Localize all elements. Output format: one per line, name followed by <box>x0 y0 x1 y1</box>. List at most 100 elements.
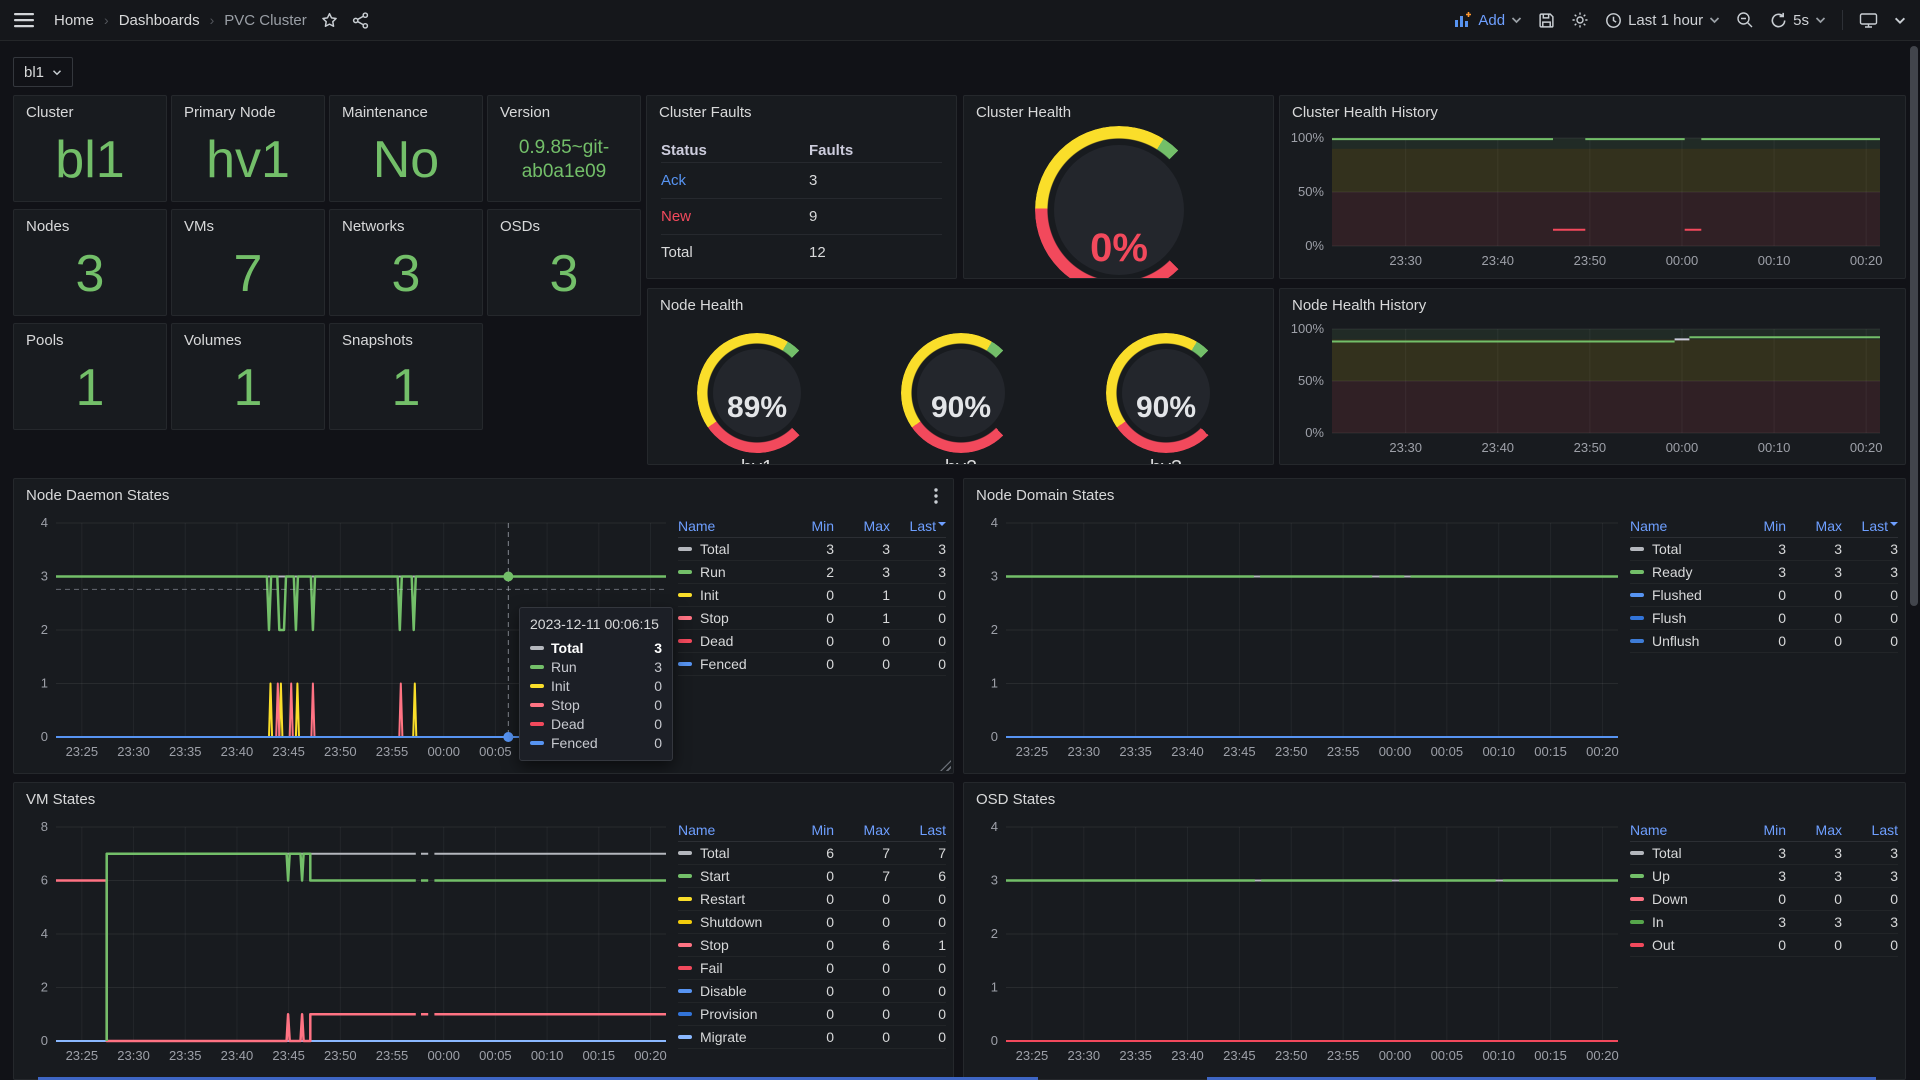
cluster-health-history-chart[interactable]: 0%50%100%23:3023:4023:5000:0000:1000:20 <box>1288 130 1888 274</box>
tv-mode-icon[interactable] <box>1859 12 1878 29</box>
svg-text:23:35: 23:35 <box>169 1048 202 1063</box>
node-health-history-chart[interactable]: 0%50%100%23:3023:4023:5000:0000:1000:20 <box>1288 321 1888 461</box>
svg-text:0%: 0% <box>1305 425 1324 440</box>
star-icon[interactable] <box>321 12 338 29</box>
svg-text:23:40: 23:40 <box>1482 440 1515 455</box>
svg-text:1: 1 <box>991 980 998 995</box>
dashboard-settings-icon[interactable] <box>1571 11 1589 29</box>
panel-menu-icon[interactable] <box>927 487 945 505</box>
svg-text:4: 4 <box>991 819 998 834</box>
legend-row-start[interactable]: Start076 <box>678 865 946 888</box>
panel-node-health-history: Node Health History 0%50%100%23:3023:402… <box>1279 288 1906 465</box>
svg-text:23:40: 23:40 <box>1171 1048 1204 1063</box>
chevron-down-icon[interactable] <box>1894 16 1906 25</box>
svg-text:00:00: 00:00 <box>427 1048 460 1063</box>
fault-status-ack[interactable]: Ack <box>661 172 686 189</box>
tooltip-rows: Total3Run3Init0Stop0Dead0Fenced0 <box>530 638 662 752</box>
osd-states-chart[interactable]: 0123423:2523:3023:3523:4023:4523:5023:55… <box>968 813 1626 1073</box>
legend-row-stop[interactable]: Stop061 <box>678 934 946 957</box>
faults-table-header: Status Faults <box>661 142 942 159</box>
legend-row-total[interactable]: Total333 <box>1630 538 1898 561</box>
legend-row-flush[interactable]: Flush000 <box>1630 607 1898 630</box>
svg-text:23:40: 23:40 <box>1482 253 1515 268</box>
stat-value: 1 <box>172 358 324 418</box>
breadcrumb-dashboards[interactable]: Dashboards <box>119 12 200 29</box>
col-status[interactable]: Status <box>661 142 707 159</box>
legend-header: NameMinMaxLast <box>678 515 946 538</box>
panel-title: Node Health <box>660 297 743 314</box>
osd-states-legend: NameMinMaxLastTotal333Up333Down000In333O… <box>1630 819 1898 957</box>
legend-row-restart[interactable]: Restart000 <box>678 888 946 911</box>
panel-title: Node Health History <box>1292 297 1426 314</box>
scrollbar-thumb[interactable] <box>1910 46 1918 606</box>
table-row: Ack 3 <box>661 162 942 189</box>
legend-header: NameMinMaxLast <box>1630 819 1898 842</box>
svg-text:23:45: 23:45 <box>272 1048 305 1063</box>
svg-text:2: 2 <box>41 622 48 637</box>
legend-row-dead[interactable]: Dead000 <box>678 630 946 653</box>
svg-text:23:55: 23:55 <box>376 1048 409 1063</box>
time-range-picker[interactable]: Last 1 hour <box>1605 12 1720 29</box>
legend-row-total[interactable]: Total333 <box>678 538 946 561</box>
svg-text:3: 3 <box>41 569 48 584</box>
legend-row-total[interactable]: Total677 <box>678 842 946 865</box>
legend-row-shutdown[interactable]: Shutdown000 <box>678 911 946 934</box>
panel-title: Node Daemon States <box>26 487 169 504</box>
svg-text:23:30: 23:30 <box>1068 744 1101 759</box>
chevron-down-icon[interactable] <box>1815 16 1826 24</box>
legend-row-flushed[interactable]: Flushed000 <box>1630 584 1898 607</box>
svg-text:00:20: 00:20 <box>1586 1048 1619 1063</box>
share-icon[interactable] <box>352 12 369 29</box>
svg-text:00:05: 00:05 <box>479 1048 512 1063</box>
panel-resize-handle[interactable] <box>940 760 951 771</box>
variable-picker-bl1[interactable]: bl1 <box>13 57 73 87</box>
add-panel-button[interactable]: Add <box>1454 12 1522 29</box>
hamburger-menu-icon[interactable] <box>14 12 34 28</box>
legend-row-total[interactable]: Total333 <box>1630 842 1898 865</box>
node-domain-states-chart[interactable]: 0123423:2523:3023:3523:4023:4523:5023:55… <box>968 509 1626 769</box>
node-health-gauge-hv3: 90% hv3 <box>1106 333 1226 453</box>
panel-title: OSD States <box>976 791 1055 808</box>
vm-states-chart[interactable]: 0246823:2523:3023:3523:4023:4523:5023:55… <box>18 813 674 1073</box>
svg-text:100%: 100% <box>1291 321 1325 336</box>
col-faults[interactable]: Faults <box>809 142 853 159</box>
legend-row-run[interactable]: Run233 <box>678 561 946 584</box>
refresh-icon[interactable] <box>1770 12 1787 29</box>
legend-row-fail[interactable]: Fail000 <box>678 957 946 980</box>
legend-row-provision[interactable]: Provision000 <box>678 1003 946 1026</box>
breadcrumb-home[interactable]: Home <box>54 12 94 29</box>
legend-row-init[interactable]: Init010 <box>678 584 946 607</box>
tooltip-row-total: Total3 <box>530 638 662 657</box>
table-row: Total 12 <box>661 234 942 261</box>
legend-row-disable[interactable]: Disable000 <box>678 980 946 1003</box>
gauge-value: 89% <box>697 391 817 425</box>
svg-text:3: 3 <box>991 569 998 584</box>
legend-row-out[interactable]: Out000 <box>1630 934 1898 957</box>
panel-volumes: Volumes 1 <box>171 323 325 430</box>
legend-row-down[interactable]: Down000 <box>1630 888 1898 911</box>
save-dashboard-icon[interactable] <box>1538 12 1555 29</box>
legend-row-unflush[interactable]: Unflush000 <box>1630 630 1898 653</box>
panel-title: VM States <box>26 791 95 808</box>
panel-pools: Pools 1 <box>13 323 167 430</box>
svg-text:00:10: 00:10 <box>1758 440 1791 455</box>
stat-value: No <box>330 130 482 190</box>
fault-status-new[interactable]: New <box>661 208 691 225</box>
svg-text:23:50: 23:50 <box>1275 744 1308 759</box>
legend-row-in[interactable]: In333 <box>1630 911 1898 934</box>
svg-text:23:25: 23:25 <box>1016 744 1049 759</box>
legend-row-fenced[interactable]: Fenced000 <box>678 653 946 676</box>
refresh-interval-label[interactable]: 5s <box>1793 12 1809 29</box>
svg-text:00:15: 00:15 <box>1534 1048 1567 1063</box>
legend-row-migrate[interactable]: Migrate000 <box>678 1026 946 1049</box>
svg-text:23:45: 23:45 <box>272 744 305 759</box>
legend-row-ready[interactable]: Ready333 <box>1630 561 1898 584</box>
legend-row-up[interactable]: Up333 <box>1630 865 1898 888</box>
panel-node-domain-states: Node Domain States 0123423:2523:3023:352… <box>963 478 1906 774</box>
zoom-out-icon[interactable] <box>1736 11 1754 29</box>
legend-row-stop[interactable]: Stop010 <box>678 607 946 630</box>
svg-text:00:20: 00:20 <box>1850 440 1883 455</box>
panel-title: Snapshots <box>342 332 413 349</box>
svg-text:23:50: 23:50 <box>1275 1048 1308 1063</box>
fault-count: 12 <box>809 244 826 261</box>
